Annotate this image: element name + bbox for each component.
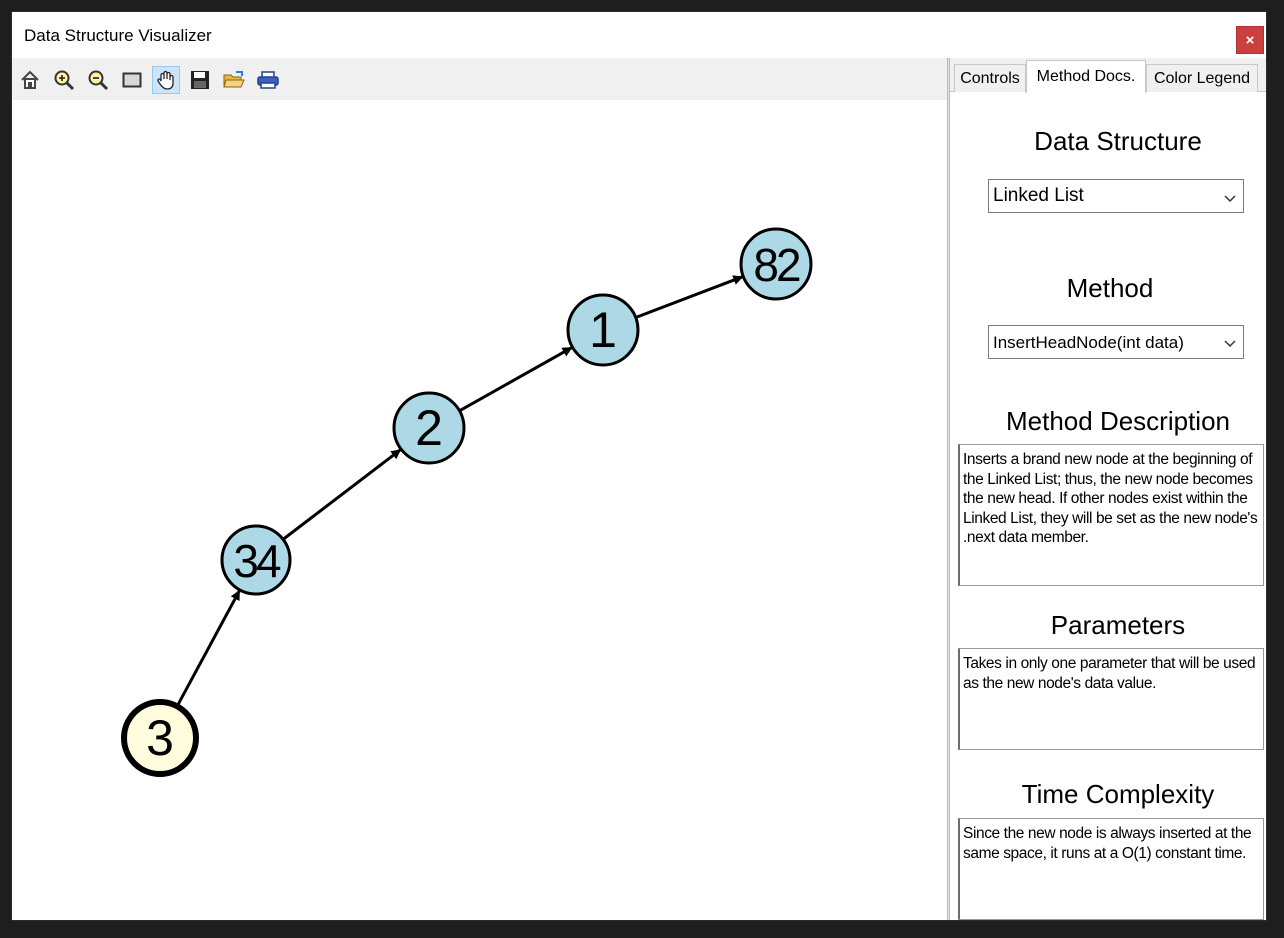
tab-color-legend[interactable]: Color Legend [1146, 64, 1258, 92]
data-structure-value: Linked List [993, 185, 1084, 206]
open-folder-icon[interactable] [220, 66, 248, 94]
window-title: Data Structure Visualizer [24, 26, 212, 45]
node-label: 1 [589, 302, 617, 358]
linked-list-graph: 3 34 2 1 82 [121, 227, 813, 777]
method-heading: Method [1066, 273, 1154, 303]
chevron-down-icon [1223, 189, 1237, 211]
node-label: 82 [753, 239, 800, 291]
method-description-heading: Method Description [1006, 406, 1230, 436]
time-complexity-text[interactable]: Since the new node is always inserted at… [958, 818, 1264, 920]
save-icon[interactable] [186, 66, 214, 94]
node-2[interactable]: 2 [392, 391, 466, 465]
method-description-text[interactable]: Inserts a brand new node at the beginnin… [958, 444, 1264, 586]
node-label: 3 [146, 710, 174, 766]
zoom-rectangle-icon[interactable] [118, 66, 146, 94]
zoom-in-icon[interactable] [50, 66, 78, 94]
graph-toolbar [12, 58, 948, 100]
edge-2-to-1 [458, 346, 573, 413]
node-34[interactable]: 34 [220, 524, 292, 596]
app-window: Data Structure Visualizer × 3 34 2 1 82 [12, 12, 1266, 920]
edge-3-to-34 [175, 589, 241, 708]
tab-controls[interactable]: Controls [954, 64, 1026, 92]
zoom-out-icon[interactable] [84, 66, 112, 94]
node-82[interactable]: 82 [739, 227, 813, 301]
edge-1-to-82 [635, 275, 744, 319]
data-structure-select[interactable]: Linked List [988, 179, 1244, 213]
home-icon[interactable] [16, 66, 44, 94]
method-docs-panel: Controls Method Docs. Color Legend Data … [950, 58, 1266, 920]
panel-tabs: Controls Method Docs. Color Legend [950, 58, 1266, 93]
tab-method-docs[interactable]: Method Docs. [1026, 60, 1146, 93]
time-complexity-heading: Time Complexity [1021, 779, 1215, 809]
graph-canvas[interactable]: 3 34 2 1 82 [12, 58, 948, 920]
method-select[interactable]: InsertHeadNode(int data) [988, 325, 1244, 359]
print-icon[interactable] [254, 66, 282, 94]
pan-hand-icon[interactable] [152, 66, 180, 94]
node-label: 34 [233, 535, 281, 587]
title-bar: Data Structure Visualizer × [12, 12, 1266, 58]
node-3[interactable]: 3 [121, 699, 199, 777]
node-label: 2 [415, 400, 443, 456]
parameters-heading: Parameters [1050, 610, 1186, 640]
data-structure-heading: Data Structure [1034, 126, 1202, 156]
edge-34-to-2 [282, 448, 402, 541]
close-button[interactable]: × [1236, 26, 1264, 54]
node-1[interactable]: 1 [566, 293, 640, 367]
method-value: InsertHeadNode(int data) [993, 333, 1184, 352]
parameters-text[interactable]: Takes in only one parameter that will be… [958, 648, 1264, 750]
chevron-down-icon [1223, 335, 1237, 355]
